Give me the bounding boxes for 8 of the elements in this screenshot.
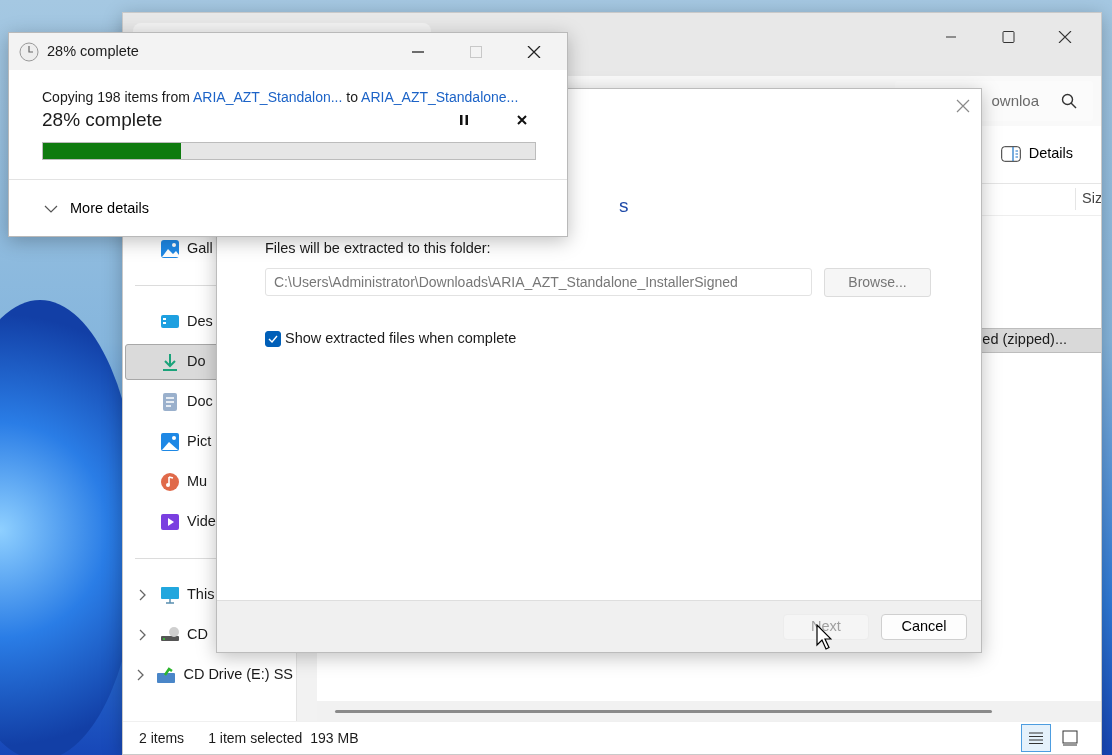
- copy-message: Copying 198 items from ARIA_AZT_Standalon... to ARIA_AZT_Standalone...: [42, 88, 520, 107]
- dialog-heading: s: [619, 194, 630, 218]
- field-label: Files will be extracted to this folder:: [265, 239, 492, 258]
- selection-info: 1 item selected: [208, 728, 303, 748]
- selection-size: 193 MB: [310, 728, 359, 748]
- progress-status: 28% complete: [42, 108, 163, 132]
- window-title: 28% complete: [47, 41, 139, 61]
- item-count: 2 items: [139, 728, 185, 748]
